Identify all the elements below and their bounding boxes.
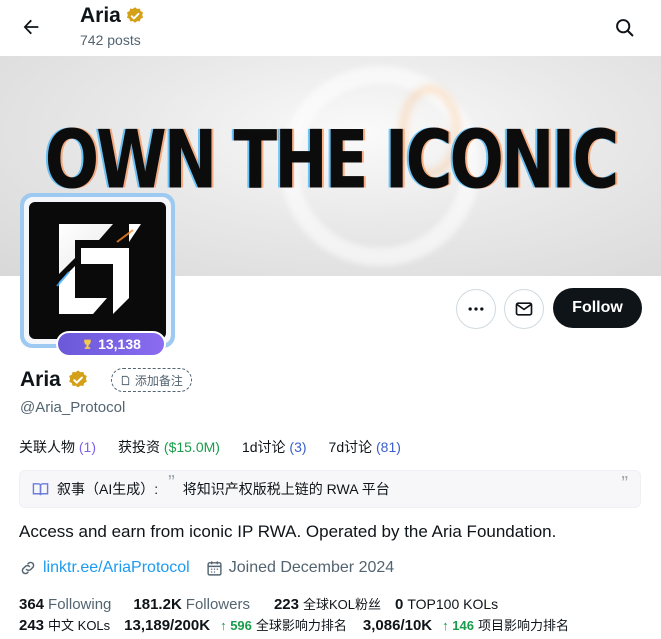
header-title-block: Aria 742 posts <box>80 4 145 48</box>
stat-funding[interactable]: 获投资 ($15.0M) <box>118 437 220 457</box>
more-dots-icon <box>468 307 484 311</box>
link-icon <box>21 561 35 575</box>
search-button[interactable] <box>607 10 641 44</box>
add-note-button[interactable]: 添加备注 <box>110 368 192 392</box>
arrow-left-icon <box>23 19 39 35</box>
aria-logo <box>29 202 166 339</box>
join-date: Joined December 2024 <box>228 559 395 576</box>
profile-meta: linktr.ee/AriaProtocol Joined December 2… <box>19 559 394 577</box>
score-value: 13,138 <box>98 336 141 352</box>
global-influence-rank[interactable]: 13,189/200K ↑ 596 全球影响力排名 <box>124 615 347 634</box>
message-button[interactable] <box>504 289 544 329</box>
arrow-up-icon: ↑ <box>220 618 227 633</box>
narrative-label: 叙事（AI生成）: <box>57 481 159 497</box>
note-icon <box>121 375 130 385</box>
trophy-icon <box>84 339 91 349</box>
display-name: Aria <box>20 368 61 391</box>
close-quote: ” <box>621 473 628 495</box>
stat-7d-discussion[interactable]: 7d讨论 (81) <box>329 437 401 457</box>
user-handle: @Aria_Protocol <box>20 399 126 416</box>
follow-counts: 364 Following 181.2K Followers 223 全球KOL粉丝 … <box>19 594 498 613</box>
back-button[interactable] <box>14 10 48 44</box>
project-influence-rank[interactable]: 3,086/10K ↑ 146 项目影响力排名 <box>363 615 569 634</box>
stat-value: ($15.0M) <box>163 439 220 455</box>
stat-value: (1) <box>78 439 97 455</box>
header-title: Aria <box>80 4 121 27</box>
aria-logo-icon <box>56 224 141 314</box>
following-stat[interactable]: 364 Following <box>19 596 111 613</box>
ai-narrative-box: 叙事（AI生成）: ” 将知识产权版税上链的 RWA 平台 ” <box>19 470 641 508</box>
profile-link[interactable]: linktr.ee/AriaProtocol <box>43 559 190 577</box>
stat-1d-discussion[interactable]: 1d讨论 (3) <box>242 437 307 457</box>
post-count: 742 posts <box>80 32 141 48</box>
score-badge[interactable]: 13,138 <box>56 331 166 357</box>
verified-badge-icon <box>126 7 143 23</box>
top100-kols-stat[interactable]: 0 TOP100 KOLs <box>395 596 498 613</box>
global-kol-fans-stat[interactable]: 223 全球KOL粉丝 <box>274 594 381 613</box>
arrow-up-icon: ↑ <box>442 618 449 633</box>
search-icon <box>615 18 633 36</box>
stat-related-people[interactable]: 关联人物 (1) <box>19 437 96 457</box>
project-stats: 关联人物 (1) 获投资 ($15.0M) 1d讨论 (3) 7d讨论 (81) <box>19 437 401 457</box>
profile-bio: Access and earn from iconic IP RWA. Oper… <box>19 522 557 541</box>
follow-button[interactable]: Follow <box>553 288 642 328</box>
calendar-icon <box>207 560 222 576</box>
profile-header: Aria 742 posts <box>0 0 661 56</box>
cn-kols-stat[interactable]: 243 中文 KOLs <box>19 615 110 634</box>
stat-value: (81) <box>376 439 401 455</box>
narrative-text: 将知识产权版税上链的 RWA 平台 <box>182 481 390 497</box>
avatar[interactable] <box>20 193 175 348</box>
profile-name-row: Aria 添加备注 <box>20 368 192 392</box>
open-quote: ” <box>168 472 175 494</box>
add-note-label: 添加备注 <box>134 373 183 388</box>
followers-stat[interactable]: 181.2K Followers <box>133 596 250 613</box>
book-icon <box>32 482 49 495</box>
verified-badge-icon[interactable] <box>67 369 89 391</box>
mail-icon <box>515 302 533 316</box>
stat-value: (3) <box>289 439 307 455</box>
more-button[interactable] <box>456 289 496 329</box>
kol-stats: 243 中文 KOLs 13,189/200K ↑ 596 全球影响力排名 3,086… <box>19 615 569 634</box>
